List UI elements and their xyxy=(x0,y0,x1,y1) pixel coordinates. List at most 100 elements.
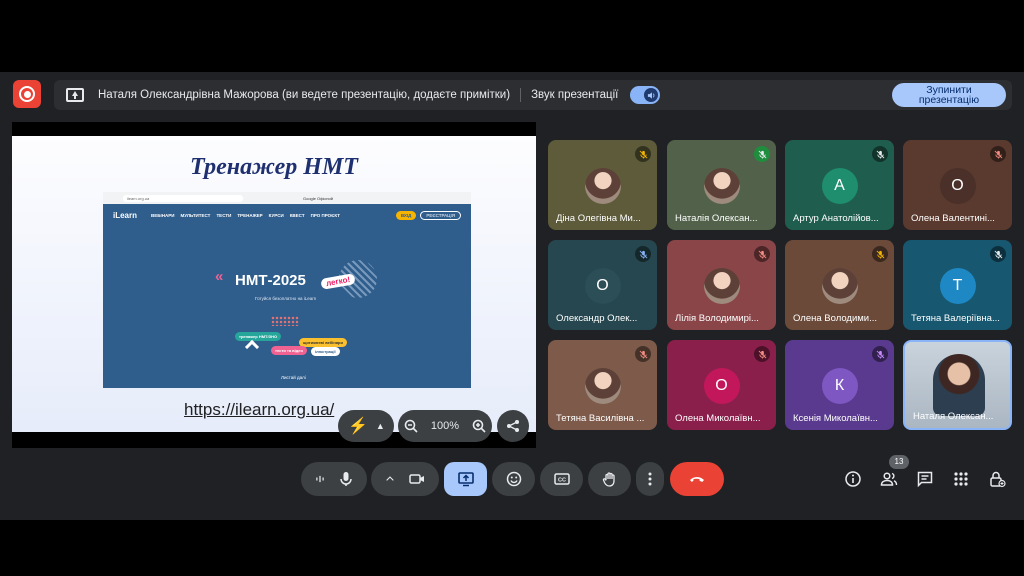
participant-name: Олена Валентині... xyxy=(911,213,995,224)
meeting-details-icon[interactable] xyxy=(842,468,864,490)
stop-presenting-button[interactable]: Зупинити презентацію xyxy=(892,83,1006,107)
presentation-audio-toggle[interactable] xyxy=(630,86,661,104)
participant-avatar: А xyxy=(821,168,858,204)
chat-icon[interactable] xyxy=(914,468,936,490)
raise-hand-button[interactable] xyxy=(588,462,631,496)
mic-off-icon xyxy=(990,146,1006,162)
zoom-in-icon[interactable] xyxy=(472,419,486,433)
reactions-button[interactable] xyxy=(492,462,535,496)
microphone-icon[interactable] xyxy=(337,470,355,488)
zoom-out-icon[interactable] xyxy=(404,419,418,433)
microphone-control[interactable] xyxy=(301,462,367,496)
browser-search: Google Офісний xyxy=(303,195,333,201)
svg-text:CC: CC xyxy=(558,478,566,484)
mic-off-icon xyxy=(635,246,651,262)
presentation-slide: Тренажер НМТ ilearn.org.ua Google Офісни… xyxy=(12,136,536,432)
chevron-up-icon[interactable]: ▲ xyxy=(376,421,385,431)
captions-icon: CC xyxy=(553,473,570,485)
end-call-icon xyxy=(690,477,704,482)
participant-tile[interactable]: А Артур Анатолійов... xyxy=(785,140,894,230)
annotation-tools[interactable]: ⚡ ▲ xyxy=(338,410,394,442)
site-nav-item: ВЕБІНАРИ xyxy=(151,212,175,218)
presentation-audio-label: Звук презентації xyxy=(531,89,619,101)
site-nav: iLearn ВЕБІНАРИ МУЛЬТИТЕСТ ТЕСТИ ТРЕНАЖЕ… xyxy=(103,204,471,226)
site-login: ВХІД xyxy=(395,210,417,220)
present-screen-icon xyxy=(66,88,84,102)
mic-off-icon xyxy=(872,246,888,262)
end-call-button[interactable] xyxy=(670,462,724,496)
decor-quote: « xyxy=(215,268,224,285)
site-register: РЕЄСТРАЦІЯ xyxy=(420,210,461,220)
site-logo: iLearn xyxy=(113,210,138,220)
site-nav-item: КУРСИ xyxy=(268,212,284,218)
presentation-area: Тренажер НМТ ilearn.org.ua Google Офісни… xyxy=(12,122,536,448)
host-controls-icon[interactable] xyxy=(986,468,1008,490)
raise-hand-icon xyxy=(602,472,615,487)
site-pill: тренажер НМТ/ЗНО xyxy=(235,332,282,341)
letterbox-bottom xyxy=(0,520,1024,576)
people-icon[interactable] xyxy=(878,468,900,490)
participant-avatar: О xyxy=(584,268,621,304)
recording-icon[interactable] xyxy=(13,80,41,108)
site-pill: щотижневі вебінари xyxy=(299,338,347,347)
participant-name: Діна Олегівна Ми... xyxy=(556,213,641,224)
participant-name: Ксенія Миколаївн... xyxy=(793,413,878,424)
participant-tile[interactable]: Тетяна Василівна ... xyxy=(548,340,657,430)
activities-icon[interactable] xyxy=(950,468,972,490)
speaker-icon xyxy=(644,88,659,102)
participant-name: Тетяна Василівна ... xyxy=(556,413,645,424)
participant-avatar: К xyxy=(821,368,858,404)
mic-off-icon xyxy=(754,246,770,262)
site-nav-item: ТЕСТИ xyxy=(216,212,232,218)
participant-tile[interactable]: Діна Олегівна Ми... xyxy=(548,140,657,230)
participant-name: Артур Анатолійов... xyxy=(793,213,879,224)
site-subtitle: Готуйся безоплатно на iLearn xyxy=(255,296,317,301)
site-nav-item: КВЕСТ xyxy=(289,212,305,218)
site-nav-item: ТРЕНАЖЕР xyxy=(237,212,263,218)
participant-avatar xyxy=(703,168,740,204)
participant-tile[interactable]: Олена Володими... xyxy=(785,240,894,330)
letterbox-top xyxy=(0,0,1024,72)
participant-name: Наталія Олексан... xyxy=(675,213,758,224)
participant-avatar xyxy=(584,368,621,404)
slide-title: Тренажер НМТ xyxy=(190,154,358,180)
participant-tile[interactable]: О Олена Миколаївн... xyxy=(667,340,776,430)
chevron-up-icon[interactable] xyxy=(384,470,396,488)
site-scroll-more: Листай далі xyxy=(281,375,306,380)
participant-tile[interactable]: К Ксенія Миколаївн... xyxy=(785,340,894,430)
camera-control[interactable] xyxy=(371,462,439,496)
share-icon xyxy=(507,420,519,432)
participant-tile[interactable]: О Олександр Олек... xyxy=(548,240,657,330)
captions-button[interactable]: CC xyxy=(540,462,583,496)
mic-off-icon xyxy=(635,346,651,362)
mic-off-icon xyxy=(872,346,888,362)
presenting-bar: Наталя Олександрівна Мажорова (ви ведете… xyxy=(54,80,1012,110)
browser-url: ilearn.org.ua xyxy=(123,194,243,202)
participant-tile[interactable]: Т Тетяна Валеріївна... xyxy=(903,240,1012,330)
site-nav-item: ПРО ПРОЄКТ xyxy=(310,212,340,218)
participant-avatar xyxy=(584,168,621,204)
camera-icon[interactable] xyxy=(408,470,426,488)
mic-off-icon xyxy=(754,346,770,362)
meet-window: Наталя Олександрівна Мажорова (ви ведете… xyxy=(0,0,1024,576)
share-slide-button[interactable] xyxy=(497,410,529,442)
participant-tile[interactable]: Наталія Олексан... xyxy=(667,140,776,230)
participant-count-badge: 13 xyxy=(889,455,909,469)
participant-tile[interactable]: О Олена Валентині... xyxy=(903,140,1012,230)
self-video xyxy=(933,354,985,416)
present-now-button[interactable] xyxy=(444,462,487,496)
slide-website-screenshot: ilearn.org.ua Google Офісний iLearn ВЕБІ… xyxy=(103,192,471,388)
site-pill: тести та відео xyxy=(271,346,307,355)
pen-icon[interactable]: ⚡ xyxy=(348,416,368,436)
site-pill: ілюстрації xyxy=(311,347,340,356)
participant-tile[interactable]: Лілія Володимирі... xyxy=(667,240,776,330)
mic-off-icon xyxy=(872,146,888,162)
site-nav-item: МУЛЬТИТЕСТ xyxy=(180,212,211,218)
participant-name: Олександр Олек... xyxy=(556,313,638,324)
divider xyxy=(520,88,522,102)
participant-name: Олена Володими... xyxy=(793,313,878,324)
participant-tile[interactable]: Наталя Олексан... xyxy=(903,340,1012,430)
more-options-button[interactable] xyxy=(636,462,664,496)
zoom-level: 100% xyxy=(430,420,460,432)
participant-name: Тетяна Валеріївна... xyxy=(911,313,1000,324)
